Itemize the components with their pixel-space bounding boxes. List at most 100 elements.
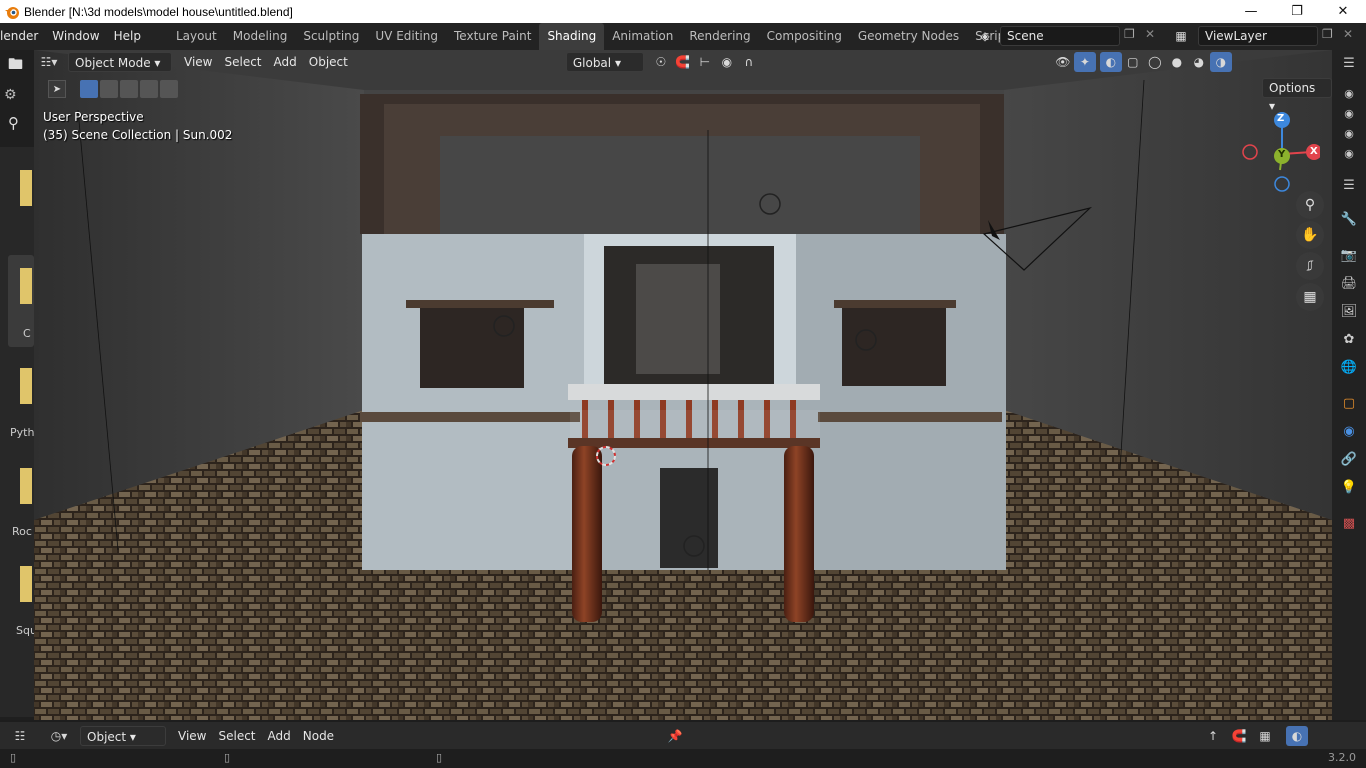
ortho-grid-icon[interactable]: ▦ <box>1296 283 1324 311</box>
tab-shading[interactable]: Shading <box>539 23 605 50</box>
select-new-icon[interactable] <box>80 80 98 98</box>
node-menu-node[interactable]: Node <box>297 726 340 746</box>
editor-type-icon[interactable]: ⚙ <box>4 87 17 103</box>
file-thumbnail[interactable] <box>20 368 32 404</box>
camera-view-icon[interactable]: ⎎ <box>1296 252 1324 280</box>
texture-icon[interactable]: ▩ <box>1340 514 1358 532</box>
viewlayer-name-field[interactable]: ViewLayer <box>1198 26 1318 46</box>
options-label: Options <box>1269 81 1316 95</box>
menu-select[interactable]: Select <box>218 52 267 72</box>
mouse-middle-icon: ▯ <box>224 751 231 764</box>
tab-rendering[interactable]: Rendering <box>681 23 758 50</box>
delete-scene-icon[interactable]: ✕ <box>1145 27 1155 41</box>
camera-icon[interactable]: ◉ <box>1340 84 1358 102</box>
select-subtract-icon[interactable] <box>120 80 138 98</box>
tab-layout[interactable]: Layout <box>168 23 225 50</box>
gizmo-toggle-icon[interactable]: ✦ <box>1073 52 1096 72</box>
modifier-icon[interactable]: ◉ <box>1340 422 1358 440</box>
minimize-button[interactable]: — <box>1228 0 1274 23</box>
tab-geometry-nodes[interactable]: Geometry Nodes <box>850 23 967 50</box>
3d-viewport[interactable]: User Perspective (35) Scene Collection |… <box>34 50 1332 720</box>
shader-type-icon[interactable]: ◷▾ <box>44 726 74 746</box>
outliner-icon[interactable]: ☰ <box>1340 54 1358 72</box>
file-label: Roc <box>12 525 32 538</box>
editor-type-icon[interactable]: ☷ <box>10 726 30 746</box>
xray-icon[interactable]: ▢ <box>1122 52 1144 72</box>
options-dropdown[interactable]: Options ▾ <box>1262 78 1332 113</box>
file-thumbnail[interactable] <box>20 170 32 206</box>
pan-hand-icon[interactable]: ✋ <box>1296 221 1324 249</box>
close-button[interactable]: ✕ <box>1320 0 1366 23</box>
zoom-icon[interactable]: ⚲ <box>1296 191 1324 219</box>
output-icon[interactable]: 🖨 <box>1340 274 1358 292</box>
tab-texture-paint[interactable]: Texture Paint <box>446 23 539 50</box>
restore-button[interactable]: ❐ <box>1274 0 1320 23</box>
copy-scene-icon[interactable]: ❐ <box>1124 27 1135 41</box>
tab-sculpting[interactable]: Sculpting <box>295 23 367 50</box>
wireframe-shading-icon[interactable]: ◯ <box>1144 52 1166 72</box>
view-layer-icon[interactable]: 🖼 <box>1340 302 1358 320</box>
menu-view[interactable]: View <box>178 52 218 72</box>
copy-viewlayer-icon[interactable]: ❐ <box>1322 27 1333 41</box>
snap-icon[interactable]: 🧲 <box>672 52 694 72</box>
object-icon[interactable]: ▢ <box>1340 394 1358 412</box>
navigation-gizmo[interactable]: Z X Y <box>1222 108 1322 198</box>
menu-add[interactable]: Add <box>268 52 303 72</box>
constraint-icon[interactable]: 🔗 <box>1340 450 1358 468</box>
file-thumbnail[interactable] <box>20 268 32 304</box>
camera-icon[interactable]: ◉ <box>1340 104 1358 122</box>
editor-settings-icon[interactable]: ☰ <box>1340 176 1358 194</box>
tool-icon[interactable]: 🔧 <box>1340 210 1358 228</box>
snap-target-icon[interactable]: ⊢ <box>694 52 716 72</box>
rendered-shading-icon[interactable]: ◑ <box>1209 52 1232 72</box>
pin-icon[interactable]: 📌 <box>664 726 686 746</box>
delete-viewlayer-icon[interactable]: ✕ <box>1343 27 1353 41</box>
search-icon[interactable]: ⚲ <box>8 114 19 132</box>
transform-orientation-dropdown[interactable]: Global ▾ <box>565 52 644 72</box>
file-label: Pyth <box>10 426 35 439</box>
editor-type-3d-icon[interactable]: ☷▾ <box>34 52 64 72</box>
select-invert-icon[interactable] <box>140 80 158 98</box>
viewlayer-selector-icon[interactable]: ▦ <box>1168 26 1194 46</box>
scene-selector-icon[interactable]: ◈ <box>972 26 998 46</box>
render-icon[interactable]: 📷 <box>1340 246 1358 264</box>
snap-mode-icon[interactable]: ▦ <box>1254 726 1276 746</box>
overlay-toggle-icon[interactable]: ◐ <box>1099 52 1122 72</box>
solid-shading-icon[interactable]: ● <box>1166 52 1188 72</box>
tab-modeling[interactable]: Modeling <box>225 23 296 50</box>
object-type-dropdown[interactable]: Object ▾ <box>80 725 166 746</box>
blender-logo-icon <box>5 6 19 19</box>
tab-compositing[interactable]: Compositing <box>759 23 850 50</box>
falloff-icon[interactable]: ∩ <box>738 52 760 72</box>
object-data-icon[interactable]: 💡 <box>1340 478 1358 496</box>
parent-node-icon[interactable]: ↑ <box>1202 726 1224 746</box>
material-shading-icon[interactable]: ◕ <box>1188 52 1210 72</box>
node-menu-select[interactable]: Select <box>212 726 261 746</box>
object-mode-dropdown[interactable]: Object Mode ▾ <box>68 52 172 72</box>
folder-icon[interactable]: 🖿 <box>8 54 28 74</box>
node-menu-view[interactable]: View <box>172 726 212 746</box>
scene-name-field[interactable]: Scene <box>1000 26 1120 46</box>
world-icon[interactable]: 🌐 <box>1340 358 1358 376</box>
tab-uv-editing[interactable]: UV Editing <box>367 23 446 50</box>
select-intersect-icon[interactable] <box>160 80 178 98</box>
node-menu-add[interactable]: Add <box>262 726 297 746</box>
file-thumbnail[interactable] <box>20 566 32 602</box>
camera-icon[interactable]: ◉ <box>1340 124 1358 142</box>
menu-object[interactable]: Object <box>303 52 354 72</box>
pivot-point-icon[interactable]: ☉ <box>650 52 672 72</box>
node-overlay-icon[interactable]: ◐ <box>1286 725 1308 746</box>
file-thumbnail[interactable] <box>20 468 32 504</box>
window-title: Blender [N:\3d models\model house\untitl… <box>24 4 293 19</box>
select-tool-icon[interactable]: ➤ <box>48 80 66 98</box>
menu-help[interactable]: Help <box>107 23 148 50</box>
tab-animation[interactable]: Animation <box>604 23 681 50</box>
camera-icon[interactable]: ◉ <box>1340 144 1358 162</box>
select-extend-icon[interactable] <box>100 80 118 98</box>
menu-window[interactable]: Window <box>45 23 106 50</box>
visibility-icon[interactable]: 👁 <box>1052 52 1074 72</box>
proportional-edit-icon[interactable]: ◉ <box>716 52 738 72</box>
snap-icon[interactable]: 🧲 <box>1228 726 1250 746</box>
menu-blender[interactable]: lender <box>0 23 45 50</box>
scene-icon[interactable]: ✿ <box>1340 330 1358 348</box>
